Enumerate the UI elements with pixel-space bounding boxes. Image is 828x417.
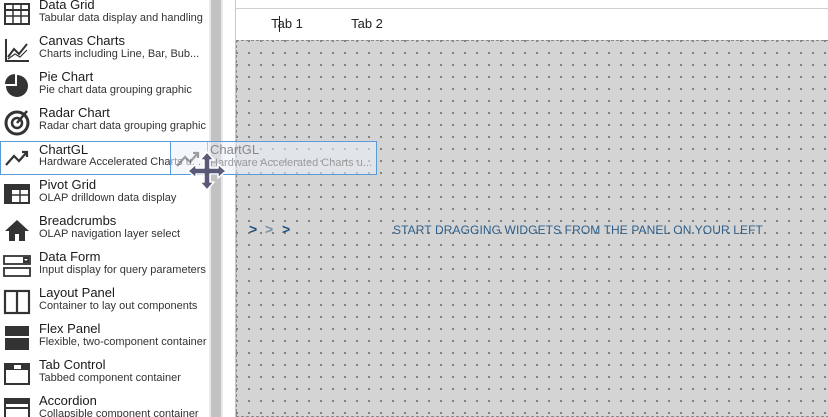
widget-item-tab-control[interactable]: Tab Control Tabbed component container [0,357,208,391]
chevron-right-icon: > [282,221,291,237]
widget-description: Container to lay out components [39,300,198,312]
widget-description: Tabbed component container [39,372,181,384]
drop-canvas[interactable]: > > > START DRAGGING WIDGETS FROM THE PA… [236,40,828,417]
widget-description: Pie chart data grouping graphic [39,84,192,96]
widget-item-flex-panel[interactable]: Flex Panel Flexible, two-component conta… [0,321,208,355]
widget-description: Collapsible component container [39,408,199,417]
widget-title: Flex Panel [39,321,101,336]
tab-label: Tab 1 [271,16,303,31]
widget-title: Radar Chart [39,105,110,120]
dashboard-area: Tab 1 Tab 2 > > > START DRAGGING WIDGETS… [235,0,828,417]
scrollbar-thumb[interactable] [211,0,221,417]
widget-title: Pivot Grid [39,177,97,192]
widget-title: Pie Chart [39,69,94,84]
tab-1[interactable]: Tab 1 [252,9,322,42]
widget-title: ChartGL [39,142,89,157]
widget-title: Tab Control [39,357,106,372]
widget-item-data-form[interactable]: Data Form Input display for query parame… [0,249,208,283]
widget-description: Tabular data display and handling [39,12,203,24]
widget-description: OLAP drilldown data display [39,192,177,204]
widget-item-pivot-grid[interactable]: Pivot Grid OLAP drilldown data display [0,177,208,211]
tab-label: Tab 2 [351,16,383,31]
widget-description: Input display for query parameters [39,264,206,276]
tab-control-icon [3,360,31,388]
widget-item-breadcrumbs[interactable]: Breadcrumbs OLAP navigation layer select [0,213,208,247]
panel-gutter [223,0,235,417]
line-chart-icon [3,36,31,64]
trend-icon [3,144,31,172]
text-cursor [279,16,280,32]
widget-title: Layout Panel [39,285,115,300]
widget-panel: Data Grid Tabular data display and handl… [0,0,209,417]
widget-description: Flexible, two-component container [39,336,207,348]
drop-hint-text: START DRAGGING WIDGETS FROM THE PANEL ON… [393,223,763,237]
widget-item-data-grid[interactable]: Data Grid Tabular data display and handl… [0,0,208,31]
pivot-grid-icon [3,180,31,208]
form-icon [3,252,31,280]
widget-title: Canvas Charts [39,33,125,48]
widget-title: Data Grid [39,0,95,12]
widget-title: Data Form [39,249,101,264]
grid-icon [3,0,31,28]
widget-description: OLAP navigation layer select [39,228,181,240]
move-cursor-icon [186,150,228,192]
radar-chart-icon [3,108,31,136]
flex-panel-icon [3,324,31,352]
widget-item-pie-chart[interactable]: Pie Chart Pie chart data grouping graphi… [0,69,208,103]
widget-item-radar-chart[interactable]: Radar Chart Radar chart data grouping gr… [0,105,208,139]
widget-description: Charts including Line, Bar, Bub... [39,48,200,60]
widget-item-canvas-charts[interactable]: Canvas Charts Charts including Line, Bar… [0,33,208,67]
widget-title: Breadcrumbs [39,213,117,228]
tab-2[interactable]: Tab 2 [332,9,402,40]
widget-item-accordion[interactable]: Accordion Collapsible component containe… [0,393,208,417]
tab-bar: Tab 1 Tab 2 [236,8,828,42]
layout-panel-icon [3,288,31,316]
widget-panel-scrollbar[interactable] [209,0,223,417]
chevron-right-icon: > [249,221,258,237]
home-icon [3,216,31,244]
widget-description: Hardware Accelerated Charts u... [210,157,373,169]
widget-description: Radar chart data grouping graphic [39,120,206,132]
widget-title: Accordion [39,393,97,408]
widget-item-layout-panel[interactable]: Layout Panel Container to lay out compon… [0,285,208,319]
pie-chart-icon [3,72,31,100]
accordion-icon [3,396,31,417]
chevron-right-icon: > [265,221,274,237]
